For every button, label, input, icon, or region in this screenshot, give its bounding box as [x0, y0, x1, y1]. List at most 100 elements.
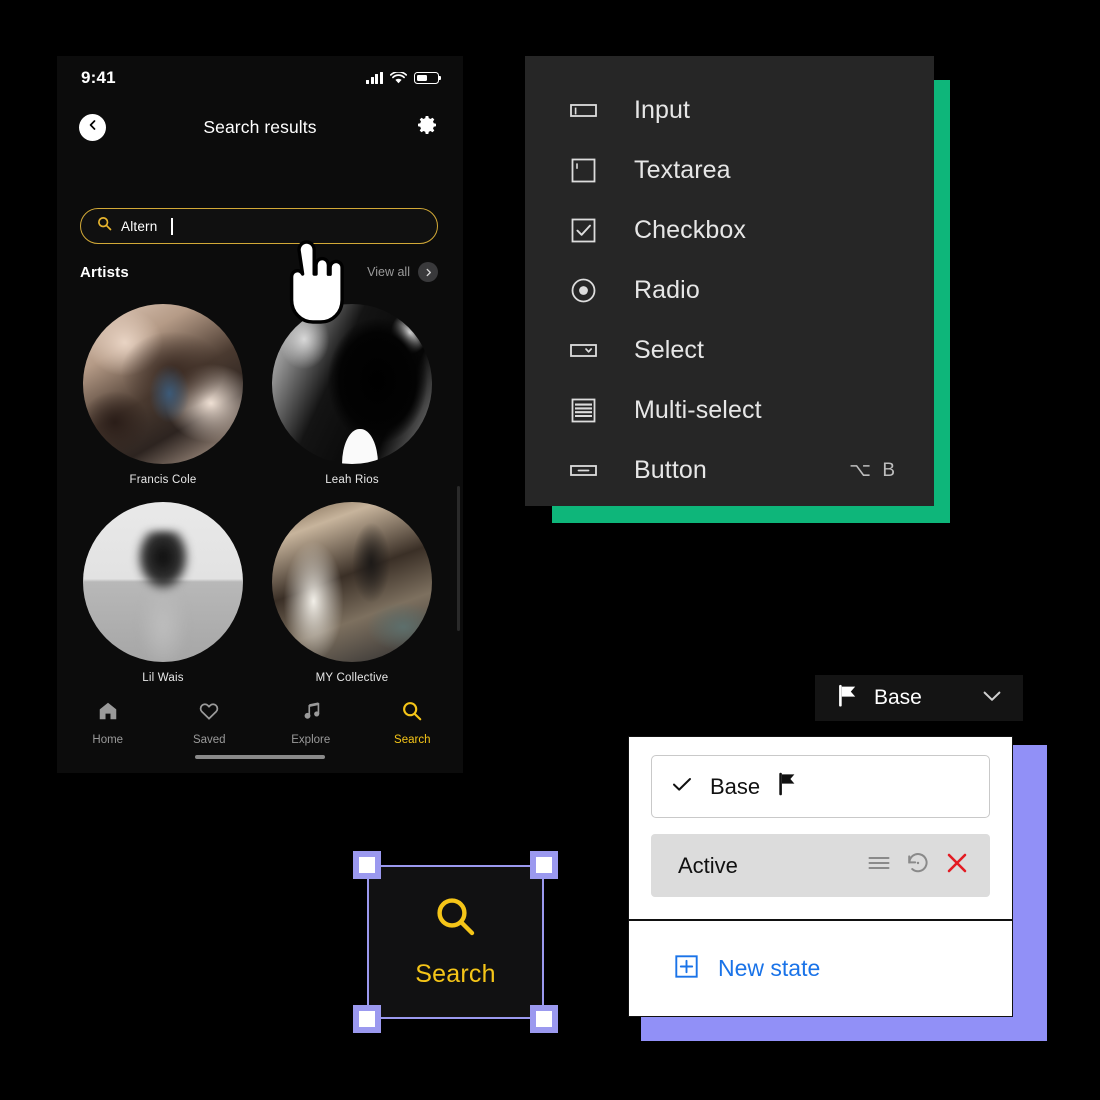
status-icons	[365, 72, 442, 84]
text-caret	[171, 217, 174, 235]
artist-card[interactable]: Francis Cole	[80, 304, 246, 486]
resize-handle-bottom-right[interactable]	[530, 1005, 558, 1033]
screenshot-canvas: 9:41 Search results Altern Artists View …	[0, 0, 1100, 1100]
artist-avatar	[83, 502, 243, 662]
search-input-value: Altern	[121, 218, 158, 234]
artist-name: Lil Wais	[142, 672, 184, 684]
search-input[interactable]: Altern	[80, 208, 438, 244]
menu-item-shortcut: ⌥ B	[849, 459, 898, 481]
state-row-active[interactable]: Active	[651, 834, 990, 897]
search-icon	[401, 700, 423, 727]
search-icon	[434, 895, 478, 944]
new-state-button[interactable]: New state	[629, 921, 1012, 1016]
menu-item-input[interactable]: Input	[525, 80, 934, 140]
artist-name: Francis Cole	[129, 474, 197, 486]
gear-icon	[415, 113, 439, 142]
state-dropdown-value: Base	[874, 686, 922, 709]
search-button-component[interactable]: Search	[367, 865, 544, 1019]
scrollbar[interactable]	[457, 486, 460, 631]
states-list: Base Active	[629, 737, 1012, 919]
battery-icon	[414, 72, 442, 84]
states-panel: Base Active New state	[628, 736, 1013, 1017]
artists-grid: Francis Cole Leah Rios Lil Wais MY Colle…	[80, 304, 463, 684]
tab-search[interactable]: Search	[362, 700, 464, 746]
check-icon	[672, 777, 692, 797]
input-field-icon	[569, 96, 598, 125]
artist-card[interactable]: Lil Wais	[80, 502, 246, 684]
artist-card[interactable]: Leah Rios	[269, 304, 435, 486]
tab-label: Explore	[291, 734, 331, 746]
tab-home[interactable]: Home	[57, 700, 159, 746]
status-bar: 9:41	[57, 56, 463, 100]
reset-history-icon[interactable]	[906, 851, 930, 880]
menu-item-radio[interactable]: Radio	[525, 260, 934, 320]
artist-name: Leah Rios	[325, 474, 379, 486]
artists-section-header: Artists View all	[80, 262, 438, 282]
checkbox-icon	[569, 216, 598, 245]
menu-item-button[interactable]: Button ⌥ B	[525, 440, 934, 500]
state-row-actions	[868, 851, 968, 880]
menu-item-label: Multi-select	[634, 395, 762, 424]
textarea-icon	[569, 156, 598, 185]
home-icon	[97, 700, 119, 727]
artist-avatar	[272, 304, 432, 464]
state-dropdown[interactable]: Base	[815, 675, 1023, 721]
wifi-icon	[390, 72, 407, 84]
back-button[interactable]	[79, 113, 106, 141]
chevron-down-icon	[983, 689, 1001, 707]
menu-item-label: Button	[634, 455, 707, 484]
section-title: Artists	[80, 263, 129, 281]
menu-item-label: Input	[634, 95, 691, 124]
tab-saved[interactable]: Saved	[159, 700, 261, 746]
bottom-tab-bar: Home Saved Explore Search	[57, 685, 463, 773]
tab-label: Saved	[192, 734, 226, 746]
menu-item-label: Select	[634, 335, 705, 364]
radio-button-icon	[569, 276, 598, 305]
chevron-left-icon	[87, 118, 99, 136]
flag-icon	[778, 772, 797, 801]
plus-box-icon	[675, 954, 698, 983]
chevron-right-icon	[418, 262, 438, 282]
phone-mockup: 9:41 Search results Altern Artists View …	[57, 56, 463, 773]
button-icon	[569, 456, 598, 485]
drag-handle-icon[interactable]	[868, 855, 890, 876]
phone-header: Search results	[57, 100, 463, 154]
resize-handle-top-left[interactable]	[353, 851, 381, 879]
music-note-icon	[300, 700, 322, 727]
flag-icon	[837, 684, 858, 712]
state-label: Active	[678, 852, 738, 878]
select-dropdown-icon	[569, 336, 598, 365]
menu-item-checkbox[interactable]: Checkbox	[525, 200, 934, 260]
resize-handle-top-right[interactable]	[530, 851, 558, 879]
tab-label: Home	[92, 734, 124, 746]
state-row-base[interactable]: Base	[651, 755, 990, 818]
menu-item-label: Textarea	[634, 155, 731, 184]
search-icon	[97, 216, 112, 236]
menu-item-label: Radio	[634, 275, 700, 304]
tab-label: Search	[394, 734, 431, 746]
close-x-icon[interactable]	[946, 852, 968, 879]
component-insert-menu: Input Textarea Checkbox Radio Select Mul…	[525, 56, 934, 506]
resize-handle-bottom-left[interactable]	[353, 1005, 381, 1033]
home-indicator	[195, 754, 325, 759]
artist-avatar	[272, 502, 432, 662]
search-button-label: Search	[415, 960, 496, 988]
state-label: Base	[710, 773, 761, 799]
pointing-hand-cursor	[275, 236, 347, 324]
view-all-button[interactable]: View all	[367, 262, 438, 282]
selected-component[interactable]: Search	[353, 851, 558, 1033]
menu-item-textarea[interactable]: Textarea	[525, 140, 934, 200]
artist-card[interactable]: MY Collective	[269, 502, 435, 684]
menu-item-select[interactable]: Select	[525, 320, 934, 380]
tab-explore[interactable]: Explore	[260, 700, 362, 746]
menu-item-label: Checkbox	[634, 215, 746, 244]
artist-avatar	[83, 304, 243, 464]
settings-button[interactable]	[414, 114, 441, 141]
multi-select-icon	[569, 396, 598, 425]
new-state-label: New state	[718, 955, 821, 981]
heart-icon	[198, 700, 220, 727]
cellular-signal-icon	[365, 72, 383, 84]
view-all-label: View all	[367, 265, 410, 279]
page-title: Search results	[203, 116, 317, 137]
menu-item-multi-select[interactable]: Multi-select	[525, 380, 934, 440]
